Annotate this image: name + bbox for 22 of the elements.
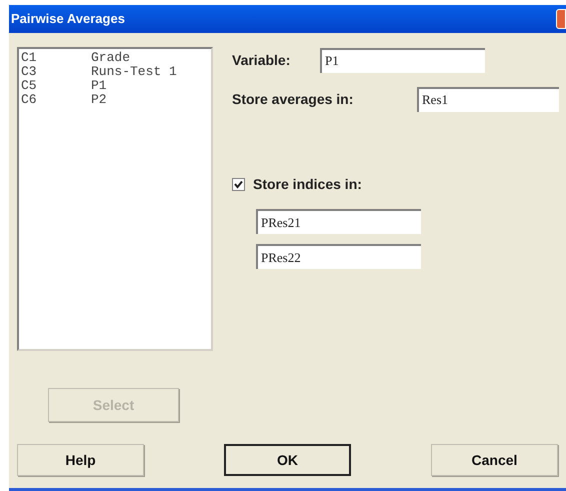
field-label: Store averages in: (232, 90, 354, 109)
close-icon[interactable] (556, 9, 566, 29)
column-name: Grade (91, 51, 130, 65)
variable-list[interactable]: C1 Grade C3 Runs-Test 1 C5 P1 C6 P2 (17, 47, 213, 351)
column-id: C3 (21, 65, 38, 79)
dialog-button[interactable]: OK (224, 444, 351, 476)
dialog-button[interactable]: Cancel (431, 444, 558, 476)
field-label: Variable: (232, 50, 292, 70)
window-title: Pairwise Averages (11, 10, 125, 28)
input-field[interactable]: PRes21 (256, 209, 421, 234)
dialog-button[interactable]: Help (17, 444, 144, 476)
column-name: P1 (91, 79, 107, 93)
input-field[interactable]: P1 (320, 48, 485, 72)
input-field[interactable]: Res1 (417, 86, 559, 112)
column-id: C1 (21, 51, 38, 65)
column-name: P2 (91, 93, 107, 107)
checkbox[interactable] (232, 178, 245, 191)
column-id: C6 (21, 93, 38, 107)
column-name: Runs-Test 1 (91, 65, 177, 79)
checkbox-label: Store indices in: (253, 175, 362, 194)
column-id: C5 (21, 79, 38, 93)
input-field[interactable]: PRes22 (256, 244, 421, 269)
